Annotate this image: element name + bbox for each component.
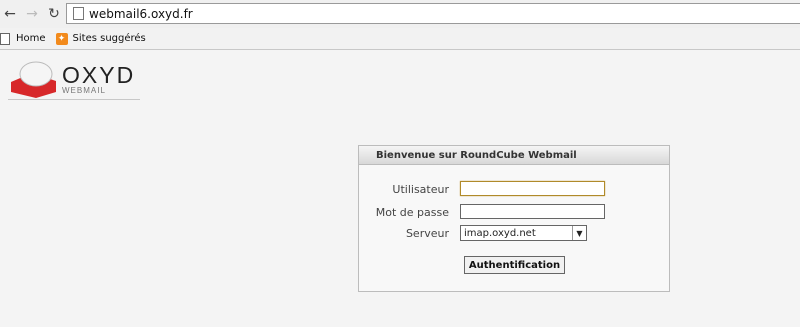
forward-arrow-icon[interactable]: → [24,6,40,22]
login-button[interactable]: Authentification [464,256,565,274]
password-label: Mot de passe [375,206,449,219]
page-icon [73,7,84,20]
url-text: webmail6.oxyd.fr [89,6,193,21]
suggested-sites-icon: ✦ [55,32,68,45]
address-bar[interactable]: webmail6.oxyd.fr [66,3,800,24]
reload-icon[interactable]: ↻ [46,6,62,22]
server-label: Serveur [405,227,449,240]
server-select[interactable]: imap.oxyd.net ▼ [460,225,587,241]
bookmark-home-label: Home [16,33,46,44]
bookmarks-bar: Home ✦ Sites suggérés [0,28,800,50]
logo-divider [8,99,140,100]
logo-wordmark: OXYD [62,62,136,88]
back-arrow-icon[interactable]: ← [2,6,18,22]
chevron-down-icon[interactable]: ▼ [572,226,586,240]
login-title: Bienvenue sur RoundCube Webmail [359,146,669,165]
bookmark-suggested-sites[interactable]: ✦ Sites suggérés [55,32,146,45]
logo-white-dome [19,61,53,87]
browser-toolbar: ← → ↻ webmail6.oxyd.fr [0,0,800,28]
password-input[interactable] [460,204,605,219]
username-label: Utilisateur [392,183,449,196]
document-icon [0,32,10,45]
username-input[interactable] [460,181,605,196]
bookmark-suggested-sites-label: Sites suggérés [72,33,146,44]
login-panel: Bienvenue sur RoundCube Webmail Utilisat… [358,145,670,292]
bookmark-home[interactable]: Home [0,32,46,45]
logo-subtitle: WEBMAIL [62,86,106,95]
server-value: imap.oxyd.net [464,227,536,239]
